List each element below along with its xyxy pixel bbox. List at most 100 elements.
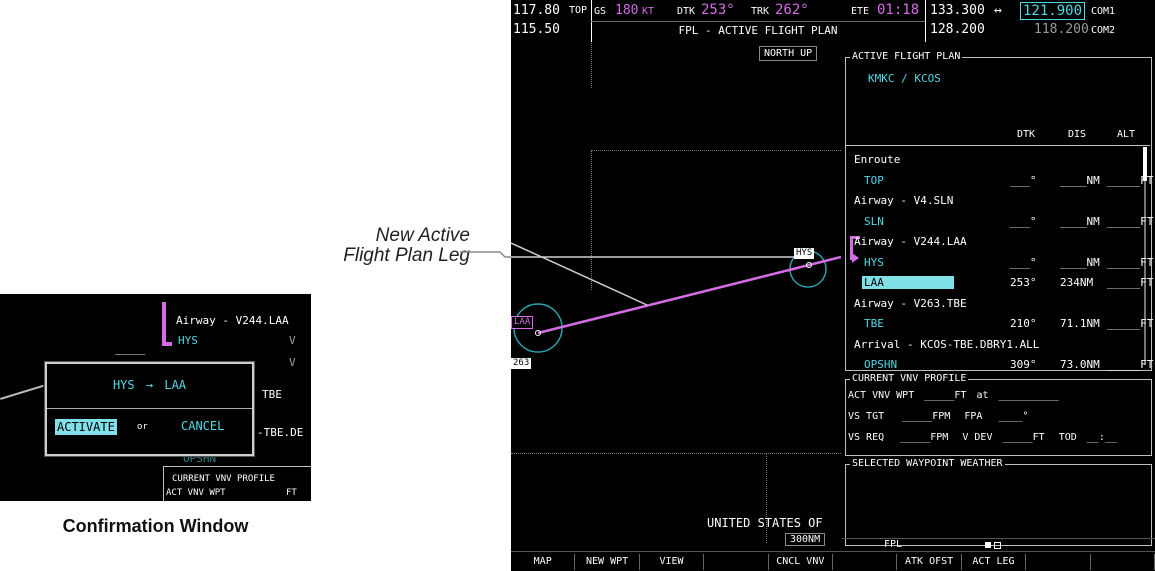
inset-tbe: TBE xyxy=(262,388,282,401)
softkey-blank-8[interactable] xyxy=(1026,554,1091,570)
segment-name: Airway - V4.SLN xyxy=(854,194,954,207)
waypoint-dtk: ___° xyxy=(1010,255,1037,269)
waypoint-alt: _____FT xyxy=(1107,255,1154,269)
popup-arrow-icon: → xyxy=(145,378,154,392)
status-mode: FPL xyxy=(884,539,903,550)
softkey-atk-ofst[interactable]: ATK OFST xyxy=(897,554,962,570)
gs-value: 180 xyxy=(615,3,639,18)
popup-to-wpt: LAA xyxy=(164,378,187,392)
weather-title: SELECTED WAYPOINT WEATHER xyxy=(850,458,1005,469)
dtk-label: DTK xyxy=(677,6,696,17)
page-title: FPL - ACTIVE FLIGHT PLAN xyxy=(678,24,838,37)
swap-icon[interactable]: ↔ xyxy=(994,3,1002,18)
vs-tgt-label: VS TGT xyxy=(848,411,885,422)
waypoint-name[interactable]: SLN xyxy=(864,215,884,228)
softkey-view[interactable]: VIEW xyxy=(640,554,705,570)
activate-button[interactable]: ACTIVATE xyxy=(55,419,117,435)
inset-v2: V xyxy=(289,356,296,369)
gs-unit: KT xyxy=(642,6,655,17)
waypoint-alt: _____FT xyxy=(1107,276,1154,289)
fpl-route: KMKC / KCOS xyxy=(868,72,941,85)
nav-map[interactable]: NORTH UP HYS LAA 263 UNITED STATES OF 30… xyxy=(511,43,841,546)
waypoint-dis: ____NM xyxy=(1060,214,1100,228)
waypoint-dis: ____NM xyxy=(1060,173,1100,187)
nav1-active[interactable]: 117.80 xyxy=(513,3,560,18)
active-fpl-title: ACTIVE FLIGHT PLAN xyxy=(850,51,963,62)
softkey-act-leg[interactable]: ACT LEG xyxy=(962,554,1027,570)
nav1-standby[interactable]: 115.50 xyxy=(513,22,560,37)
segment-name: Arrival - KCOS-TBE.DBRY1.ALL xyxy=(854,337,1040,351)
ete-value: 01:18 xyxy=(877,2,920,18)
status-strip: FPL xyxy=(842,538,1155,552)
vs-req-value: _____FPM xyxy=(900,432,949,443)
waypoint-dis: 73.0NM xyxy=(1060,358,1100,371)
waypoint-dtk: 309° xyxy=(1010,358,1037,371)
callout-label: New Active Flight Plan Leg xyxy=(318,226,470,266)
callout-line2: Flight Plan Leg xyxy=(343,245,470,266)
active-leg-arrow-icon xyxy=(852,253,859,263)
trk-value: 262° xyxy=(775,2,809,18)
inset-ft-partial: FT xyxy=(286,488,297,498)
popup-from-wpt: HYS xyxy=(112,378,135,392)
inset-act-partial: ACT VNV WPT xyxy=(166,488,226,498)
inset-frame-left xyxy=(115,354,145,355)
waypoint-alt: _____FT xyxy=(1107,214,1154,228)
act-vnv-wpt-value: _____FT xyxy=(924,390,967,401)
gs-label: GS xyxy=(594,6,607,17)
com2-active[interactable]: 128.200 xyxy=(930,22,985,37)
softkey-new-wpt[interactable]: NEW WPT xyxy=(575,554,640,570)
map-range[interactable]: 300NM xyxy=(785,533,826,546)
col-alt: ALT xyxy=(1117,129,1136,140)
cancel-button[interactable]: CANCEL xyxy=(181,419,224,433)
com1-label: COM1 xyxy=(1091,6,1116,17)
softkey-cncl-vnv[interactable]: CNCL VNV xyxy=(769,554,833,570)
map-waypoint-laa[interactable]: LAA xyxy=(511,316,534,329)
waypoint-dis: 234NM xyxy=(1060,276,1094,289)
inset-airway-line: Airway - V244.LAA xyxy=(176,314,289,327)
waypoint-dtk: ___° xyxy=(1010,173,1037,187)
waypoint-name[interactable]: OPSHN xyxy=(864,358,897,371)
softkey-blank-9[interactable] xyxy=(1091,554,1155,570)
map-waypoint-hys[interactable]: HYS xyxy=(794,248,815,259)
waypoint-dtk: ___° xyxy=(1010,214,1037,228)
confirmation-popup: HYS → LAA ACTIVATE or CANCEL xyxy=(45,362,254,456)
com1-active[interactable]: 133.300 xyxy=(930,3,985,18)
active-fpl-box xyxy=(845,57,1152,371)
waypoint-name[interactable]: HYS xyxy=(864,256,884,269)
softkey-map[interactable]: MAP xyxy=(511,554,576,570)
callout-line1: New Active xyxy=(375,225,470,246)
vnv-title: CURRENT VNV PROFILE xyxy=(850,373,969,384)
waypoint-dtk: 253° xyxy=(1010,276,1037,289)
inset-hys: HYS xyxy=(178,334,198,347)
inset-caption: Confirmation Window xyxy=(62,516,249,536)
mfd-display: 117.80 TOP 115.50 GS 180 KT DTK 253° TRK… xyxy=(511,0,1155,571)
vnv-at-label: at xyxy=(976,390,989,401)
segment-name: Airway - V263.TBE xyxy=(854,296,967,310)
inset-vnv-title: CURRENT VNV PROFILE xyxy=(172,474,275,484)
segment-name: Airway - V244.LAA xyxy=(854,235,967,248)
vnv-at-value: __________ xyxy=(998,390,1059,401)
waypoint-alt: _____FT xyxy=(1107,358,1154,371)
com1-standby[interactable]: 121.900 xyxy=(1020,2,1086,20)
fpl-divider xyxy=(846,145,1150,146)
com2-standby[interactable]: 118.200 xyxy=(1034,22,1089,37)
softkey-blank-3[interactable] xyxy=(704,554,769,570)
inset-pointer-line xyxy=(0,384,44,400)
waypoint-name[interactable]: TOP xyxy=(864,174,884,187)
weather-box xyxy=(845,464,1152,546)
waypoint-name[interactable]: TBE xyxy=(864,317,884,330)
segment-name: Enroute xyxy=(854,153,901,166)
act-vnv-wpt-label: ACT VNV WPT xyxy=(848,390,915,401)
nav1-ident: TOP xyxy=(569,5,588,16)
vdev-value: _____FT xyxy=(1002,432,1045,443)
tod-label: TOD xyxy=(1058,432,1077,443)
status-page-indicator-2 xyxy=(994,542,1001,549)
top-status-bar: 117.80 TOP 115.50 GS 180 KT DTK 253° TRK… xyxy=(511,0,1155,42)
softkey-bar: MAP NEW WPT VIEW CNCL VNV ATK OFST ACT LEG xyxy=(511,551,1155,571)
inset-v1: V xyxy=(289,334,296,347)
vdev-label: V DEV xyxy=(962,432,993,443)
waypoint-name[interactable]: LAA xyxy=(862,276,954,289)
softkey-blank-5[interactable] xyxy=(833,554,898,570)
popup-leg: HYS → LAA xyxy=(47,378,252,392)
fpa-value: ____° xyxy=(998,411,1029,422)
